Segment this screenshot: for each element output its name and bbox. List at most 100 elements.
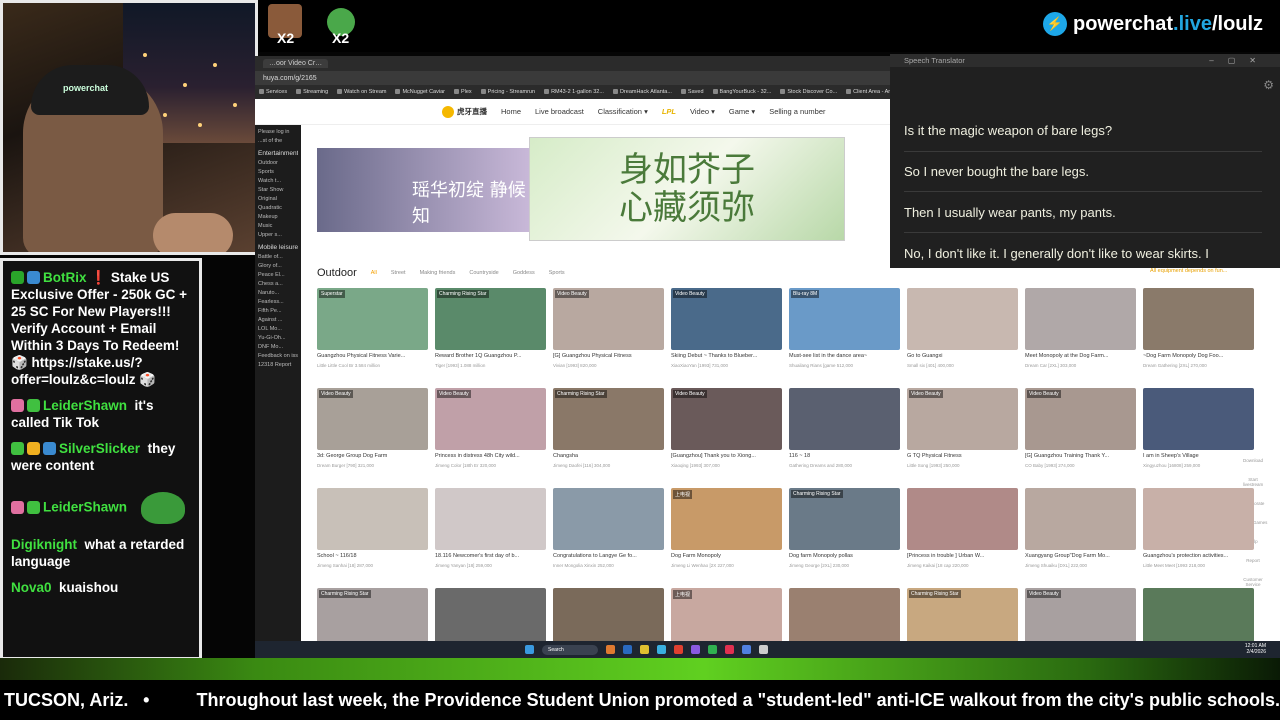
stream-card[interactable]: Video Beauty [G] Guangzhou Training Thank… <box>1025 388 1136 468</box>
stream-thumbnail[interactable]: Video Beauty <box>435 388 546 450</box>
stream-card[interactable]: 116 ~ 18 Gathering Dreams and 280,000 <box>789 388 900 468</box>
sidebar-item[interactable]: Fifth Pe... <box>258 308 298 314</box>
folder-icon[interactable] <box>640 645 649 654</box>
stream-title[interactable]: Dog farm Monopoly pollas <box>789 553 900 559</box>
filter-all[interactable]: All <box>371 270 377 276</box>
sidebar-item[interactable]: Star Show <box>258 187 298 193</box>
stream-card[interactable]: Guangzhou's protection activities... Litt… <box>1143 488 1254 568</box>
sidebar-item[interactable]: Naruto... <box>258 290 298 296</box>
app-icon[interactable] <box>691 645 700 654</box>
sidebar-item[interactable]: DNF Mo... <box>258 344 298 350</box>
stream-card[interactable]: Video Beauty Princess in distress 48h Cit… <box>435 388 546 468</box>
stream-title[interactable]: Meet Monopoly at the Dog Farm... <box>1025 353 1136 359</box>
promo-banner[interactable]: 瑶华初绽 静候知 身如芥子 心藏须弥 <box>317 137 845 241</box>
nav-lpl[interactable]: LPL <box>662 107 676 116</box>
nav-classification[interactable]: Classification ▾ <box>598 107 648 116</box>
stream-thumbnail[interactable] <box>553 488 664 550</box>
stream-thumbnail[interactable]: Video Beauty <box>671 288 782 350</box>
bookmark-item[interactable]: McNugget Caviar <box>395 89 445 95</box>
bookmark-item[interactable]: Client Area - AntiSc... <box>846 89 890 95</box>
stream-card[interactable]: Video Beauty G TQ Physical Fitness Little … <box>907 388 1018 468</box>
stream-title[interactable]: Princess in distress 48h City wild... <box>435 453 546 459</box>
stream-card[interactable]: ~Dog Farm Monopoly Dog Foo... Dream Gathe… <box>1143 288 1254 368</box>
stream-card[interactable]: 18.116 Newcomer's first day of b... Jimen… <box>435 488 546 568</box>
huya-logo[interactable]: 虎牙直播 <box>442 105 487 118</box>
stream-thumbnail[interactable]: Charming Rising Star <box>553 388 664 450</box>
app-icon[interactable] <box>623 645 632 654</box>
stream-thumbnail[interactable]: 上电视 <box>671 488 782 550</box>
sidebar-item[interactable]: Watch t... <box>258 178 298 184</box>
address-bar[interactable]: huya.com/g/2165 <box>255 71 890 85</box>
bookmark-item[interactable]: Streaming <box>296 89 328 95</box>
app-icon[interactable] <box>708 645 717 654</box>
stream-card[interactable]: Xuangyang Group"Dog Farm Mo... Jimeng Shu… <box>1025 488 1136 568</box>
sidebar-item[interactable]: ...st of the <box>258 138 298 144</box>
bookmark-item[interactable]: RM43-2 1-gallon 32... <box>544 89 604 95</box>
chat-username[interactable]: LeiderShawn <box>43 500 127 515</box>
stream-title[interactable]: G TQ Physical Fitness <box>907 453 1018 459</box>
stream-title[interactable]: [Princess in trouble ] Urban W... <box>907 553 1018 559</box>
stream-thumbnail[interactable]: Video Beauty <box>671 388 782 450</box>
sidebar-item[interactable]: Mobile leisure <box>258 244 298 251</box>
sidebar-item[interactable]: Yu-Gi-Oh... <box>258 335 298 341</box>
nav-selling-number[interactable]: Selling a number <box>769 107 825 116</box>
stream-title[interactable]: [G] Guangzhou Training Thank Y... <box>1025 453 1136 459</box>
sidebar-item[interactable]: Upper s... <box>258 232 298 238</box>
bookmark-item[interactable]: Plex <box>454 89 472 95</box>
stream-title[interactable]: Dog Farm Monopoly <box>671 553 782 559</box>
sidebar-item[interactable]: Entertainment World <box>258 150 298 157</box>
stream-card[interactable]: Blu-ray 8M Must-see list in the dance are… <box>789 288 900 368</box>
stream-title[interactable]: Congratulations to Langye Ge fo... <box>553 553 664 559</box>
stream-card[interactable]: Charming Rising Star Changsha Jimeng Daofe… <box>553 388 664 468</box>
chat-username[interactable]: BotRix <box>43 270 87 285</box>
stream-title[interactable]: Skiing Debut ~ Thanks to Blueber... <box>671 353 782 359</box>
sidebar-item[interactable]: Battle of... <box>258 254 298 260</box>
bookmark-item[interactable]: Pricing - Streamrun <box>481 89 535 95</box>
stream-title[interactable]: Go to Guangxi <box>907 353 1018 359</box>
stream-thumbnail[interactable] <box>435 488 546 550</box>
sidebar-item[interactable]: Chess a... <box>258 281 298 287</box>
bookmark-item[interactable]: DreamHack Atlanta... <box>613 89 672 95</box>
stream-thumbnail[interactable] <box>1025 288 1136 350</box>
app-icon[interactable] <box>742 645 751 654</box>
stream-card[interactable]: Video Beauty [G] Guangzhou Physical Fitne… <box>553 288 664 368</box>
banner-left-slide[interactable]: 瑶华初绽 静候知 <box>317 148 529 232</box>
sidebar-item[interactable]: Makeup <box>258 214 298 220</box>
stream-card[interactable]: Charming Rising Star Dog farm Monopoly po… <box>789 488 900 568</box>
stream-title[interactable]: Xuangyang Group"Dog Farm Mo... <box>1025 553 1136 559</box>
sidebar-item[interactable]: Glory of... <box>258 263 298 269</box>
gear-icon[interactable]: ⚙ <box>1263 78 1274 92</box>
chat-username[interactable]: Nova0 <box>11 580 52 595</box>
filter-street[interactable]: Street <box>391 270 406 276</box>
stream-card[interactable]: Charming Rising Star Reward Brother 1Q Gu… <box>435 288 546 368</box>
sidebar-item[interactable]: Music <box>258 223 298 229</box>
banner-main-slide[interactable]: 身如芥子 心藏须弥 <box>529 137 845 241</box>
sidebar-item[interactable]: Quadratic <box>258 205 298 211</box>
stream-thumbnail[interactable]: Charming Rising Star <box>789 488 900 550</box>
stream-title[interactable]: Guangzhou's protection activities... <box>1143 553 1254 559</box>
stream-thumbnail[interactable] <box>1143 288 1254 350</box>
stream-thumbnail[interactable]: Video Beauty <box>907 388 1018 450</box>
sidebar-item[interactable]: Feedback on issues <box>258 353 298 359</box>
sidebar-item[interactable]: Please log in <box>258 129 298 135</box>
sidebar-item[interactable]: Peace El... <box>258 272 298 278</box>
app-icon[interactable] <box>674 645 683 654</box>
stream-title[interactable]: Must-see list in the dance area~ <box>789 353 900 359</box>
stream-thumbnail[interactable] <box>1025 488 1136 550</box>
filter-goddess[interactable]: Goddess <box>513 270 535 276</box>
nav-video[interactable]: Video ▾ <box>690 107 715 116</box>
sidebar-item[interactable]: Sports <box>258 169 298 175</box>
stream-card[interactable]: Video Beauty Skiing Debut ~ Thanks to Blu… <box>671 288 782 368</box>
sidebar-item[interactable]: LOL Mo... <box>258 326 298 332</box>
sidebar-item[interactable]: Outdoor <box>258 160 298 166</box>
stream-thumbnail[interactable] <box>789 388 900 450</box>
app-icon[interactable] <box>657 645 666 654</box>
bookmark-item[interactable]: Saved <box>681 89 704 95</box>
chat-username[interactable]: Digiknight <box>11 537 77 552</box>
bookmark-item[interactable]: Stock Discover Co... <box>780 89 837 95</box>
stream-thumbnail[interactable]: Charming Rising Star <box>435 288 546 350</box>
stream-title[interactable]: 3d: George Group Dog Farm <box>317 453 428 459</box>
nav-game[interactable]: Game ▾ <box>729 107 755 116</box>
stream-title[interactable]: 18.116 Newcomer's first day of b... <box>435 553 546 559</box>
stream-title[interactable]: [Guangzhou] Thank you to Xiong... <box>671 453 782 459</box>
